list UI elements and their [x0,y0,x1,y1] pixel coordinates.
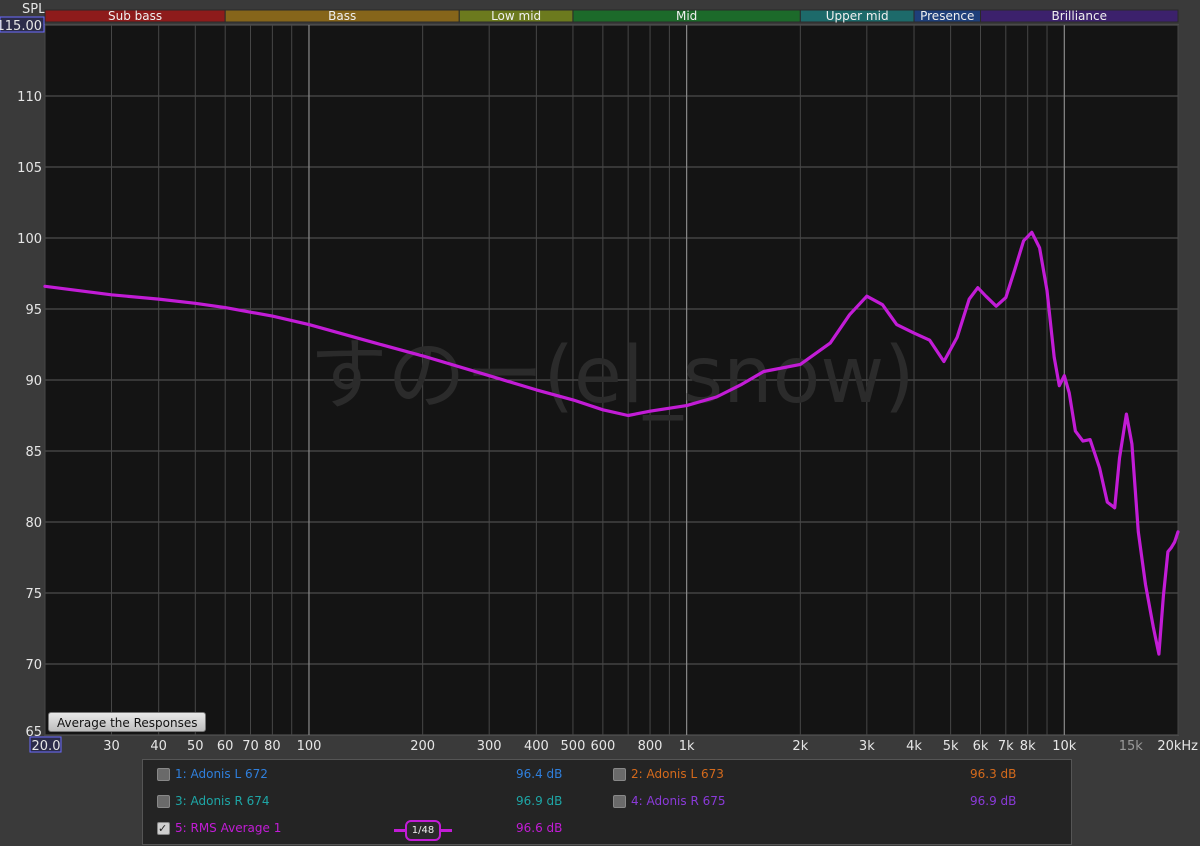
legend-label: 3: Adonis R 674 [175,794,270,808]
x-tick-label: 50 [187,739,204,754]
x-tick-label: 10k [1052,739,1077,754]
x-tick-label: 4k [906,739,922,754]
y-tick-label: 110 [17,90,42,105]
x-tick-label: 1k [679,739,695,754]
band-label: Presence [920,9,974,23]
band-label: Mid [676,9,697,23]
legend-label: 4: Adonis R 675 [631,794,726,808]
x-tick-label: 8k [1020,739,1036,754]
y-tick-label: 100 [17,232,42,247]
legend-item[interactable]: 3: Adonis R 674 96.9 dB [157,791,596,811]
x-tick-label: 500 [561,739,586,754]
x-tick-label: 80 [264,739,281,754]
y-tick-label: 90 [25,374,42,389]
average-responses-button[interactable]: Average the Responses [48,712,207,732]
x-tick-label: 6k [973,739,989,754]
y-tick-label: 80 [25,516,42,531]
y-tick-label: 95 [25,303,42,318]
legend-panel: 1: Adonis L 672 96.4 dB 2: Adonis L 673 96.… [142,759,1072,845]
legend-checkbox[interactable] [613,768,626,781]
y-tick-label: 75 [25,587,42,602]
legend-value: 96.3 dB [970,767,1017,781]
smoothing-numerator: 1 [411,825,419,836]
y-tick-label: 115.00 [0,19,42,34]
legend-item[interactable]: 1: Adonis L 672 96.4 dB [157,764,596,784]
band-label: Bass [328,9,356,23]
y-tick-label: 85 [25,445,42,460]
legend-label: 5: RMS Average 1 [175,821,282,835]
legend-label: 2: Adonis L 673 [631,767,724,781]
x-tick-label: 100 [297,739,322,754]
legend-value: 96.9 dB [970,794,1017,808]
legend-checkbox[interactable] [613,795,626,808]
x-tick-label: 800 [638,739,663,754]
legend-label: 1: Adonis L 672 [175,767,268,781]
watermark-text: すのー(el_snow) [309,331,914,421]
legend-item[interactable]: 2: Adonis L 673 96.3 dB [613,764,1050,784]
x-tick-label: 30 [103,739,120,754]
x-tick-label: 70 [242,739,259,754]
x-tick-label: 3k [859,739,875,754]
x-tick-label: 20kHz [1157,739,1198,754]
band-label: Sub bass [108,9,162,23]
x-tick-label: 600 [590,739,615,754]
legend-item[interactable]: 4: Adonis R 675 96.9 dB [613,791,1050,811]
smoothing-indicator[interactable]: 1/48 [405,820,441,841]
legend-item[interactable]: 5: RMS Average 1 96.6 dB [157,818,596,839]
y-tick-label: 105 [17,161,42,176]
x-tick-label: 40 [150,739,167,754]
x-tick-label: 300 [477,739,502,754]
x-tick-label: 7k [998,739,1014,754]
band-label: Low mid [491,9,541,23]
x-tick-label: 20.0 [32,739,61,754]
x-tick-label: 15k [1119,739,1144,754]
x-tick-label: 5k [943,739,959,754]
x-tick-label: 60 [217,739,234,754]
y-axis-title: SPL [22,2,46,17]
legend-checkbox[interactable] [157,819,170,839]
legend-checkbox[interactable] [157,795,170,808]
legend-value: 96.4 dB [516,767,563,781]
legend-checkbox[interactable] [157,768,170,781]
x-tick-label: 200 [410,739,435,754]
x-tick-label: 2k [792,739,808,754]
y-tick-label: 70 [25,658,42,673]
band-label: Upper mid [826,9,889,23]
legend-value: 96.6 dB [516,821,563,835]
smoothing-denominator: 48 [421,825,435,836]
frequency-bands: Sub bass Bass Low mid Mid Upper mid Presence B… [44,9,1179,23]
band-label: Brilliance [1052,9,1107,23]
legend-value: 96.9 dB [516,794,563,808]
x-tick-label: 400 [524,739,549,754]
